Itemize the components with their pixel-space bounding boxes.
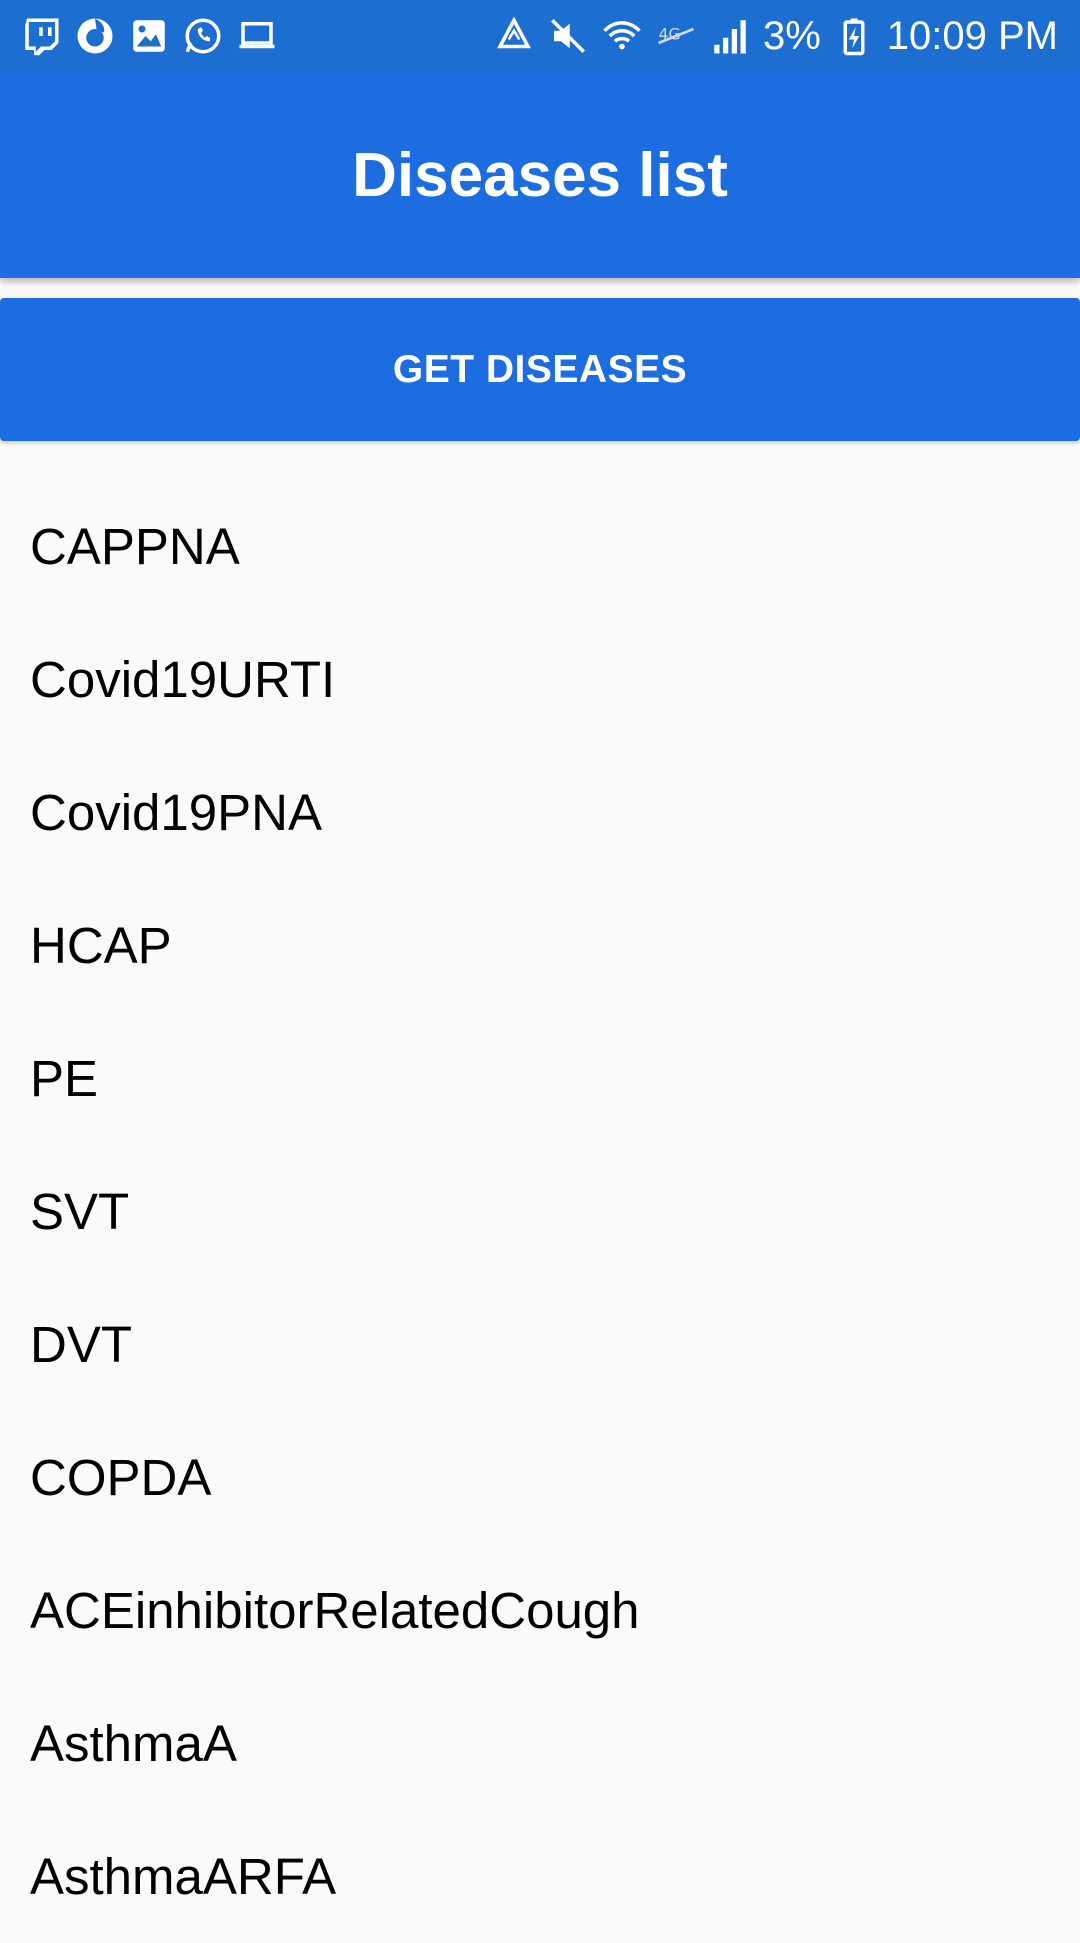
list-item-label: Covid19URTI: [30, 651, 336, 708]
list-item-label: PE: [30, 1050, 99, 1107]
battery-charging-icon: [833, 15, 875, 57]
list-item-label: AsthmaA: [30, 1715, 237, 1772]
list-item[interactable]: Covid19URTI: [0, 613, 1080, 746]
status-bar: 4G 3% 10:09 PM: [0, 0, 1080, 72]
get-diseases-button[interactable]: GET DISEASES: [0, 298, 1080, 441]
clock: 10:09 PM: [886, 13, 1058, 58]
lte-icon: 4G: [655, 15, 697, 57]
list-item-label: SVT: [30, 1183, 130, 1240]
list-item[interactable]: ACEinhibitorRelatedCough: [0, 1544, 1080, 1677]
laptop-icon: [236, 15, 278, 57]
get-diseases-button-label: GET DISEASES: [392, 347, 688, 391]
image-icon: [128, 15, 170, 57]
list-item[interactable]: DVT: [0, 1278, 1080, 1411]
list-item[interactable]: HCAP: [0, 879, 1080, 1012]
list-item-label: CAPPNA: [30, 518, 240, 575]
list-item[interactable]: Covid19PNA: [0, 746, 1080, 879]
list-item[interactable]: CAPPNA: [0, 480, 1080, 613]
signal-icon: [709, 15, 751, 57]
whatsapp-icon: [182, 15, 224, 57]
disease-list: CAPPNA Covid19URTI Covid19PNA HCAP PE SV…: [0, 480, 1080, 1943]
list-item-label: Covid19PNA: [30, 784, 322, 841]
battery-percent: 3%: [762, 13, 821, 58]
list-item[interactable]: PE: [0, 1012, 1080, 1145]
wifi-icon: [601, 15, 643, 57]
page-title: Diseases list: [352, 140, 728, 210]
list-item-label: ACEinhibitorRelatedCough: [30, 1582, 640, 1639]
list-item[interactable]: AsthmaA: [0, 1677, 1080, 1810]
system-indicators: 4G 3% 10:09 PM: [493, 10, 1058, 62]
mute-icon: [547, 15, 589, 57]
twitch-icon: [20, 15, 62, 57]
list-item-label: DVT: [30, 1316, 132, 1373]
list-item-label: HCAP: [30, 917, 172, 974]
list-item-label: AsthmaARFA: [30, 1848, 337, 1905]
recycle-icon: [493, 15, 535, 57]
app-bar: Diseases list: [0, 72, 1080, 278]
firefox-icon: [74, 15, 116, 57]
notification-icons: [20, 14, 278, 58]
list-item-label: COPDA: [30, 1449, 212, 1506]
list-item[interactable]: AsthmaARFA: [0, 1810, 1080, 1943]
list-item[interactable]: COPDA: [0, 1411, 1080, 1544]
list-item[interactable]: SVT: [0, 1145, 1080, 1278]
